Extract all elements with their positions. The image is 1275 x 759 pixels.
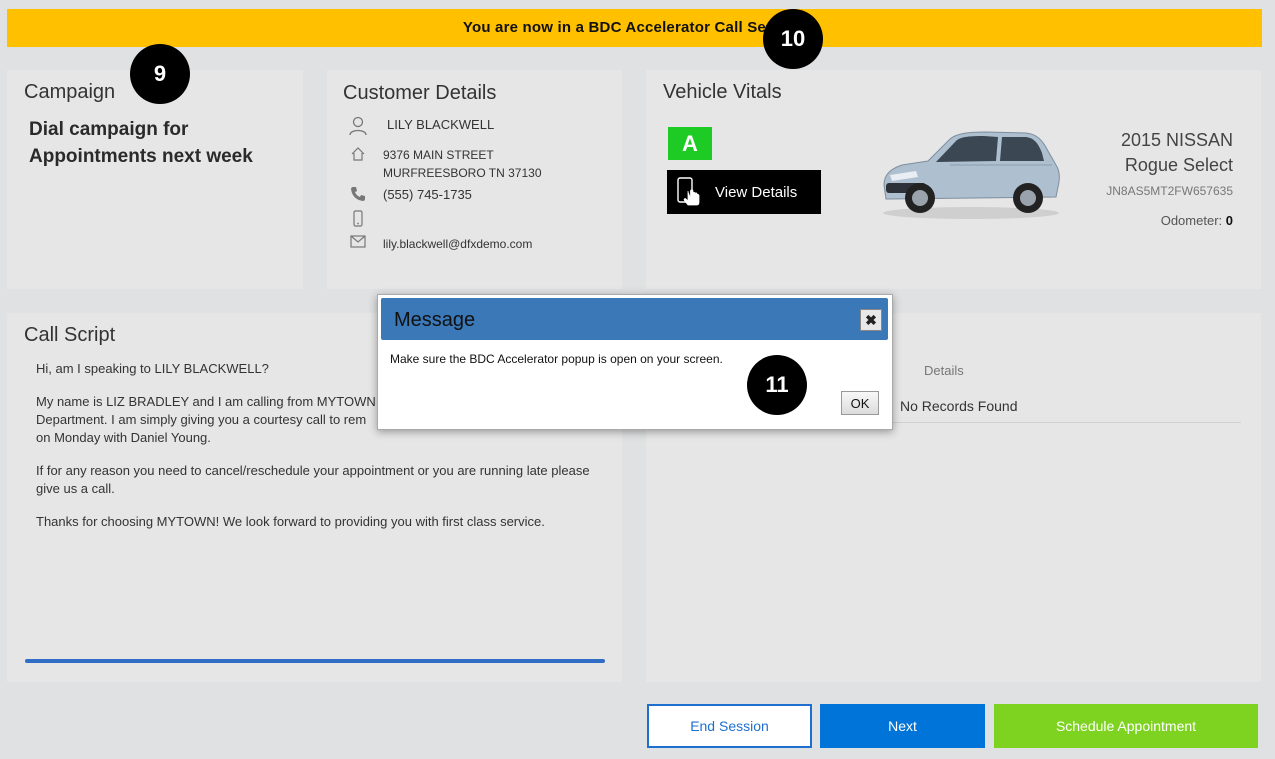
customer-email-row: lily.blackwell@dfxdemo.com bbox=[347, 235, 532, 253]
schedule-appointment-button[interactable]: Schedule Appointment bbox=[994, 704, 1258, 748]
dialog-title: Message bbox=[394, 309, 476, 331]
step-marker-9: 9 bbox=[130, 44, 190, 104]
script-line: on Monday with Daniel Young. bbox=[36, 430, 211, 445]
customer-email[interactable]: lily.blackwell@dfxdemo.com bbox=[383, 235, 532, 253]
script-line: My name is LIZ BRADLEY and I am calling … bbox=[36, 394, 376, 409]
home-icon bbox=[347, 146, 369, 164]
customer-address-row: 9376 MAIN STREET MURFREESBORO TN 37130 bbox=[347, 146, 542, 182]
touch-phone-icon bbox=[677, 177, 703, 207]
dialog-header: Message ✖ bbox=[381, 298, 888, 340]
vehicle-grade-badge: A bbox=[668, 127, 712, 160]
address-line1: 9376 MAIN STREET bbox=[383, 148, 494, 162]
customer-name-row: LILY BLACKWELL bbox=[347, 116, 495, 136]
step-marker-10: 10 bbox=[763, 9, 823, 69]
script-line: Thanks for choosing MYTOWN! We look forw… bbox=[36, 514, 545, 529]
envelope-icon bbox=[347, 235, 369, 253]
customer-phone-row: (555) 745-1735 bbox=[347, 186, 472, 204]
address-line2: MURFREESBORO TN 37130 bbox=[383, 166, 542, 180]
call-session-banner: You are now in a BDC Accelerator Call Se… bbox=[7, 9, 1262, 47]
script-scrollbar[interactable] bbox=[25, 659, 605, 663]
ok-button[interactable]: OK bbox=[841, 391, 879, 415]
mobile-icon bbox=[347, 210, 369, 228]
next-button[interactable]: Next bbox=[820, 704, 985, 748]
vehicle-odometer: Odometer: 0 bbox=[1161, 213, 1233, 228]
customer-mobile-row bbox=[347, 210, 383, 228]
customer-details-title: Customer Details bbox=[343, 82, 497, 104]
script-line: Department. I am simply giving you a cou… bbox=[36, 412, 367, 427]
customer-details-panel: Customer Details LILY BLACKWELL 9376 MAI… bbox=[327, 70, 622, 289]
divider bbox=[886, 422, 1241, 423]
dialog-message: Make sure the BDC Accelerator popup is o… bbox=[390, 352, 723, 366]
view-details-button[interactable]: View Details bbox=[667, 170, 821, 214]
end-session-button[interactable]: End Session bbox=[647, 704, 812, 748]
call-script-title: Call Script bbox=[24, 324, 116, 346]
script-line: If for any reason you need to cancel/res… bbox=[36, 463, 590, 496]
message-dialog: Message ✖ Make sure the BDC Accelerator … bbox=[377, 294, 893, 430]
vehicle-year-make: 2015 NISSAN bbox=[1120, 130, 1233, 150]
campaign-title: Campaign bbox=[24, 81, 116, 103]
odometer-label: Odometer: bbox=[1160, 213, 1223, 228]
customer-phone[interactable]: (555) 745-1735 bbox=[383, 186, 472, 204]
vehicle-model: Rogue Select bbox=[1124, 155, 1233, 175]
close-icon[interactable]: ✖ bbox=[860, 309, 882, 331]
user-icon bbox=[347, 116, 369, 136]
phone-icon bbox=[347, 186, 369, 204]
vehicle-image bbox=[876, 125, 1066, 220]
view-details-label: View Details bbox=[715, 183, 798, 201]
vehicle-vitals-title: Vehicle Vitals bbox=[663, 81, 782, 103]
customer-name: LILY BLACKWELL bbox=[387, 117, 495, 132]
vehicle-vin: JN8AS5MT2FW657635 bbox=[1106, 184, 1233, 198]
details-column-header: Details bbox=[924, 363, 964, 378]
campaign-name: Dial campaign for Appointments next week bbox=[29, 119, 253, 167]
odometer-value: 0 bbox=[1225, 213, 1233, 228]
vehicle-vitals-panel: Vehicle Vitals A View Details 2015 NISSA… bbox=[646, 70, 1261, 289]
no-records-text: No Records Found bbox=[900, 398, 1018, 414]
step-marker-11: 11 bbox=[747, 355, 807, 415]
